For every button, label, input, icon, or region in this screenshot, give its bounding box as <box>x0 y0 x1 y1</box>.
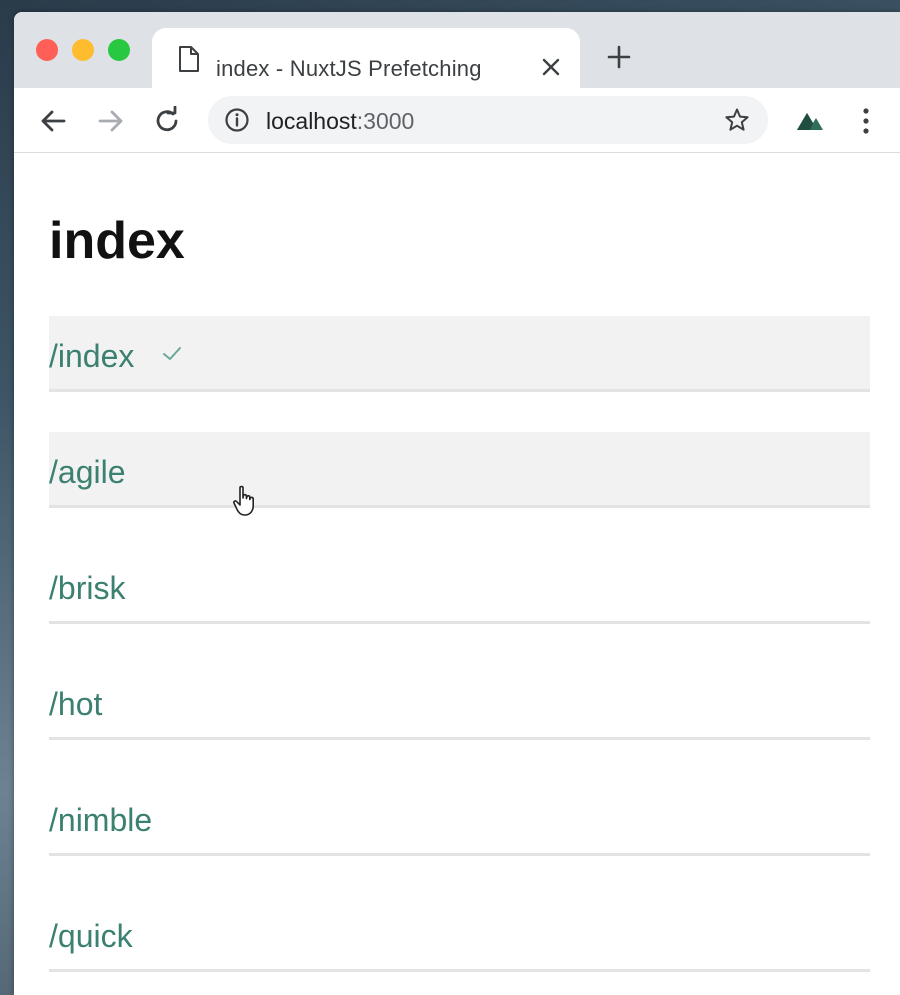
browser-toolbar: localhost:3000 <box>14 88 900 153</box>
minimize-window-button[interactable] <box>72 39 94 61</box>
list-item: /quick <box>49 896 870 972</box>
check-icon <box>163 347 181 360</box>
kebab-menu-icon[interactable] <box>862 106 870 136</box>
nuxt-mountain-icon[interactable] <box>796 110 824 132</box>
page-content: index /index /agile /brisk /hot /nimble <box>14 153 900 995</box>
list-item: /brisk <box>49 548 870 624</box>
url-host: localhost <box>266 108 357 134</box>
reload-icon[interactable] <box>152 106 182 136</box>
active-tab[interactable]: index - NuxtJS Prefetching <box>152 28 580 88</box>
url-port: :3000 <box>356 108 415 134</box>
tab-strip: index - NuxtJS Prefetching <box>14 12 900 88</box>
list-item: /agile <box>49 432 870 508</box>
maximize-window-button[interactable] <box>108 39 130 61</box>
close-icon[interactable] <box>540 56 562 78</box>
route-link-hot[interactable]: /hot <box>49 686 102 723</box>
page-icon <box>179 46 199 72</box>
url-text[interactable]: localhost:3000 <box>266 108 414 135</box>
route-link-agile[interactable]: /agile <box>49 454 126 491</box>
tab-title: index - NuxtJS Prefetching <box>216 56 482 81</box>
close-window-button[interactable] <box>36 39 58 61</box>
route-link-quick[interactable]: /quick <box>49 918 133 955</box>
star-icon[interactable] <box>724 107 750 133</box>
info-icon[interactable] <box>224 107 250 133</box>
list-item: /hot <box>49 664 870 740</box>
plus-icon[interactable] <box>606 44 632 70</box>
page-title: index <box>49 212 185 270</box>
route-link-brisk[interactable]: /brisk <box>49 570 125 607</box>
hand-pointer-icon <box>233 485 254 516</box>
list-item: /index <box>49 316 870 392</box>
arrow-left-icon[interactable] <box>38 106 68 136</box>
arrow-right-icon[interactable] <box>96 106 126 136</box>
address-bar[interactable]: localhost:3000 <box>208 96 768 144</box>
list-item: /nimble <box>49 780 870 856</box>
browser-window: index - NuxtJS Prefetching localhost:300… <box>14 12 900 995</box>
route-link-list: /index /agile /brisk /hot /nimble /quick <box>49 316 870 995</box>
route-link-index[interactable]: /index <box>49 338 134 375</box>
route-link-nimble[interactable]: /nimble <box>49 802 152 839</box>
